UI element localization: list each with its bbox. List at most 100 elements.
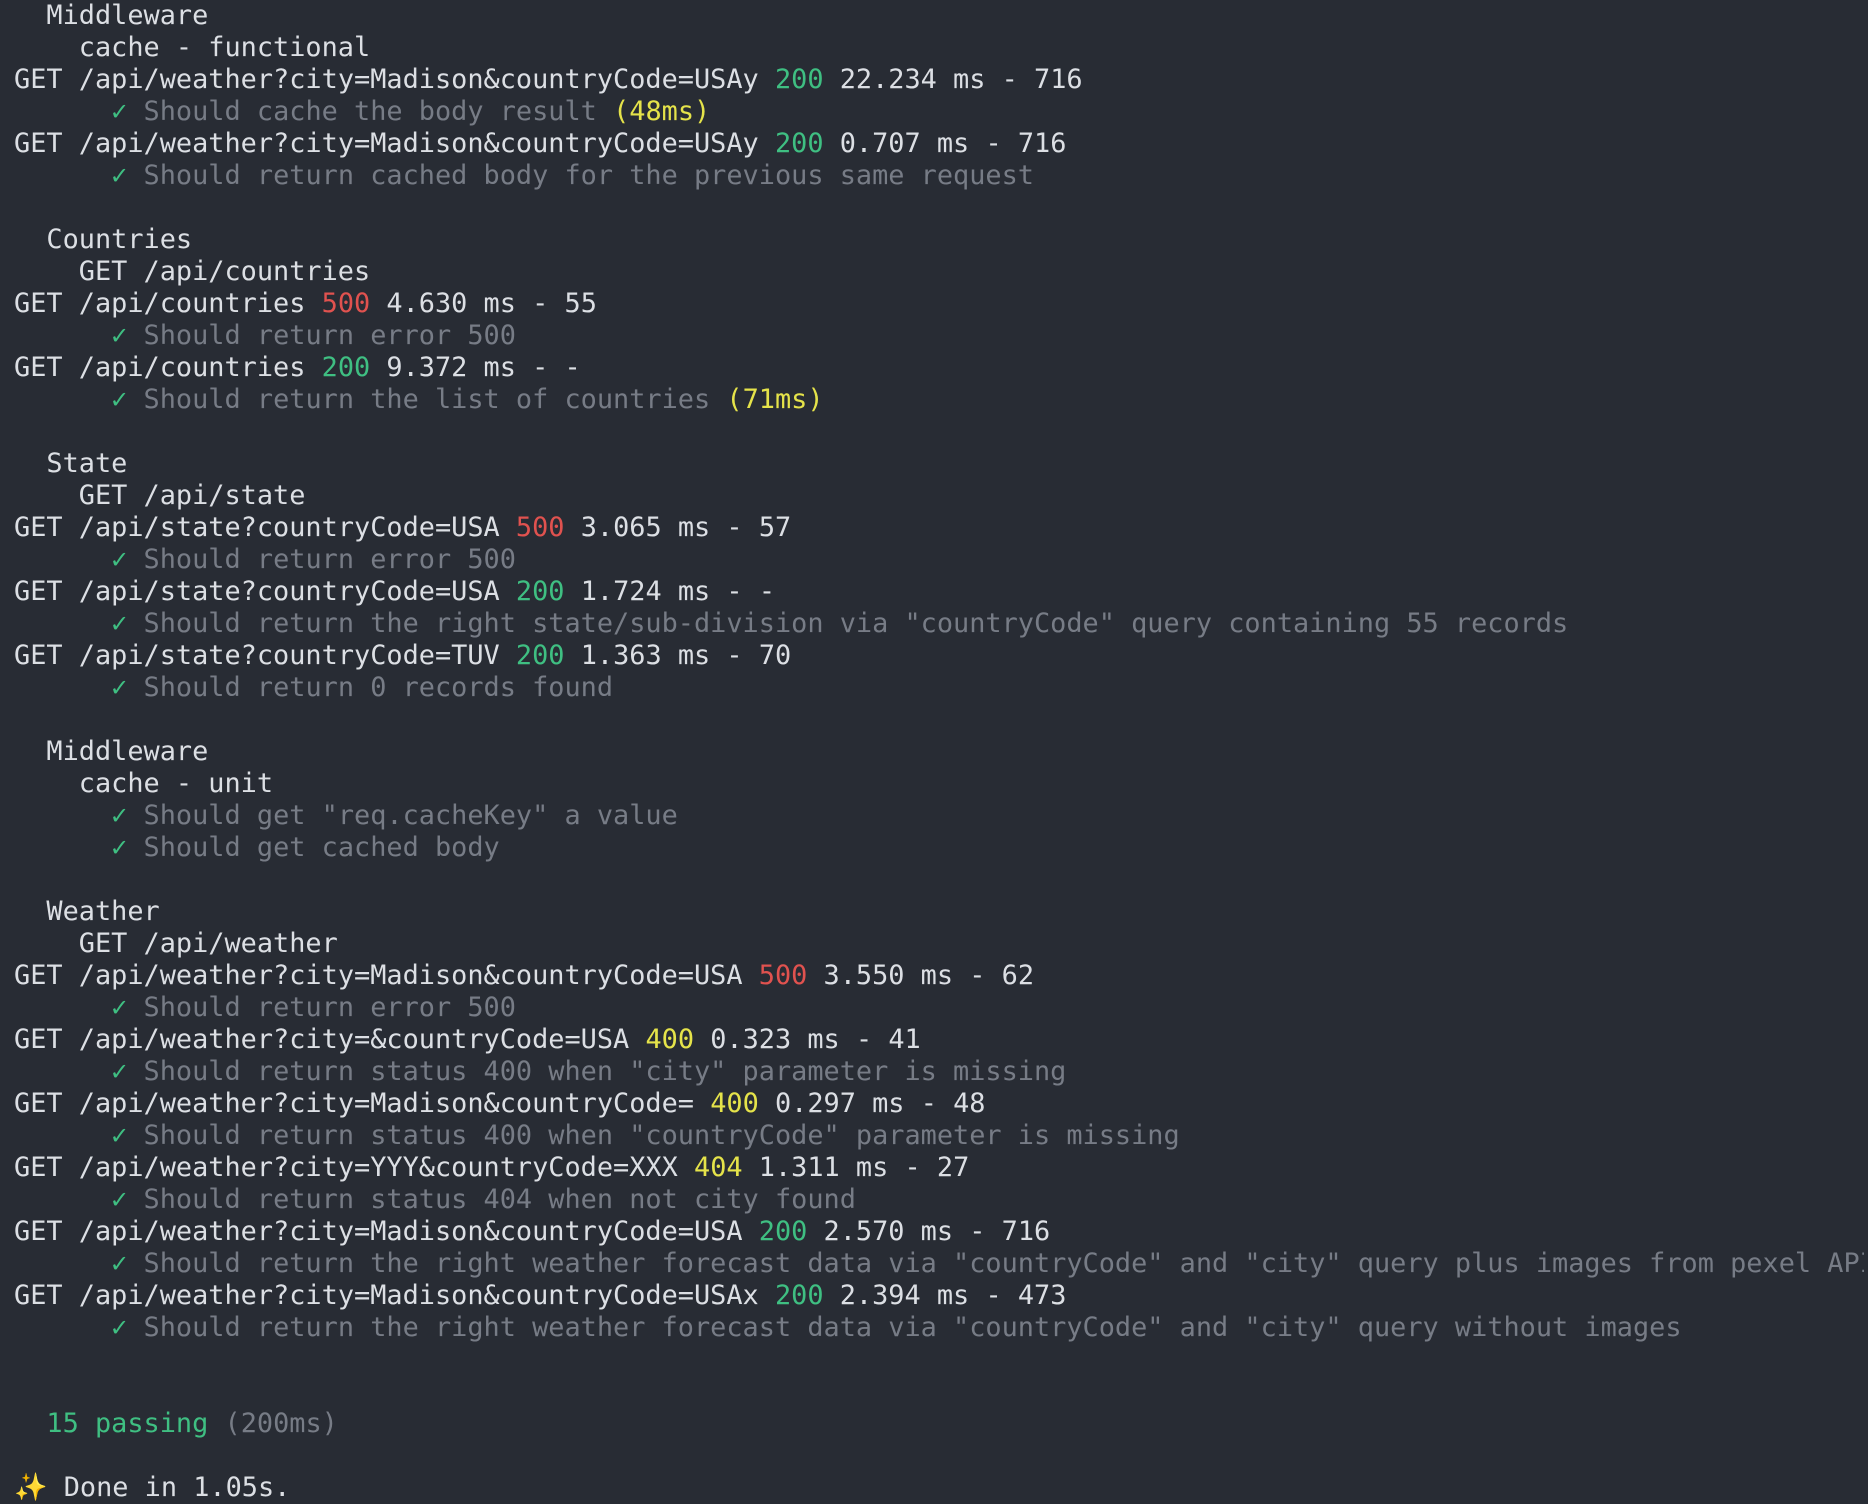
check-icon: ✓ [111, 544, 128, 575]
request-path: /api/weather?city=Madison&countryCode=US… [78, 64, 759, 95]
status-code: 200 [321, 352, 371, 383]
response-time: 3.065 ms [580, 512, 711, 543]
test-result-line: ✓ Should return the list of countries (7… [14, 384, 1864, 416]
request-path: /api/weather?city=Madison&countryCode=US… [78, 960, 743, 991]
request-path: /api/countries [78, 288, 306, 319]
response-size: 716 [1001, 1216, 1051, 1247]
test-result-line: ✓ Should return status 404 when not city… [14, 1184, 1864, 1216]
http-method: GET [14, 352, 63, 383]
suite-label: Middleware [46, 736, 209, 767]
request-log-line: GET /api/countries 500 4.630 ms - 55 [14, 288, 597, 319]
check-icon: ✓ [111, 160, 128, 191]
test-title: Should return the right weather forecast… [143, 1312, 1682, 1343]
request-log-line: GET /api/weather?city=Madison&countryCod… [14, 960, 1035, 991]
test-result-line: ✓ Should return status 400 when "country… [14, 1120, 1864, 1152]
request-path: /api/weather?city=YYY&countryCode=XXX [78, 1152, 678, 1183]
check-icon: ✓ [111, 1312, 128, 1343]
status-code: 200 [774, 128, 824, 159]
check-icon: ✓ [111, 608, 128, 639]
response-size: 70 [758, 640, 792, 671]
check-icon: ✓ [111, 672, 128, 703]
check-icon: ✓ [111, 96, 128, 127]
check-icon: ✓ [111, 832, 128, 863]
request-path: /api/state?countryCode=USA [78, 576, 500, 607]
http-method: GET [14, 640, 63, 671]
status-code: 200 [515, 576, 565, 607]
http-method: GET [14, 1152, 63, 1183]
response-time: 2.570 ms [823, 1216, 954, 1247]
done-line: ✨ Done in 1.05s. [14, 1472, 1864, 1504]
test-suite-subtitle: GET /api/countries [14, 256, 1864, 288]
http-method: GET [14, 1216, 63, 1247]
response-size: 57 [758, 512, 792, 543]
test-suite-subtitle: GET /api/state [14, 480, 1864, 512]
test-result-line: ✓ Should return the right weather foreca… [14, 1312, 1864, 1344]
request-path: /api/weather?city=Madison&countryCode=US… [78, 1280, 759, 1311]
response-size: - [758, 576, 776, 607]
request-path: /api/state?countryCode=USA [78, 512, 500, 543]
request-log-line: GET /api/weather?city=Madison&countryCod… [14, 64, 1083, 95]
response-time: 1.363 ms [580, 640, 711, 671]
http-method: GET [14, 1088, 63, 1119]
response-size: - [564, 352, 581, 383]
sparkles-icon: ✨ [14, 1472, 48, 1503]
response-time: 0.707 ms [839, 128, 970, 159]
request-log-line: GET /api/state?countryCode=USA 500 3.065… [14, 512, 792, 543]
response-size: 716 [1034, 64, 1083, 95]
suite-label: Weather [46, 896, 160, 927]
request-path: /api/weather?city=Madison&countryCode=US… [78, 1216, 743, 1247]
test-result-line: ✓ Should return error 500 [14, 320, 1864, 352]
suite-label: cache - unit [78, 768, 274, 799]
test-result-line: ✓ Should return cached body for the prev… [14, 160, 1864, 192]
request-path: /api/weather?city=&countryCode=USA [78, 1024, 630, 1055]
status-code: 404 [694, 1152, 743, 1183]
test-title: Should return 0 records found [143, 672, 614, 703]
test-title: Should return error 500 [143, 544, 516, 575]
status-code: 500 [758, 960, 808, 991]
request-path: /api/state?countryCode=TUV [78, 640, 500, 671]
check-icon: ✓ [111, 1184, 128, 1215]
test-suite-title: Middleware [14, 736, 1864, 768]
check-icon: ✓ [111, 992, 128, 1023]
response-size: 473 [1017, 1280, 1067, 1311]
request-path: /api/weather?city=Madison&countryCode= [78, 1088, 694, 1119]
suite-label: Countries [46, 224, 193, 255]
suite-label: GET /api/state [78, 480, 306, 511]
request-path: /api/countries [78, 352, 306, 383]
check-icon: ✓ [111, 1248, 128, 1279]
test-suite-title: Countries [14, 224, 1864, 256]
request-log-line: GET /api/weather?city=Madison&countryCod… [14, 1216, 1051, 1247]
check-icon: ✓ [111, 320, 128, 351]
test-duration: (71ms) [726, 384, 824, 415]
test-title: Should return cached body for the previo… [143, 160, 1034, 191]
test-result-line: ✓ Should return 0 records found [14, 672, 1864, 704]
done-message: Done in 1.05s. [63, 1472, 291, 1503]
http-method: GET [14, 576, 63, 607]
response-size: 55 [564, 288, 597, 319]
http-method: GET [14, 64, 63, 95]
request-log-line: GET /api/countries 200 9.372 ms - - [14, 352, 581, 383]
check-icon: ✓ [111, 1120, 128, 1151]
request-path: /api/weather?city=Madison&countryCode=US… [78, 128, 759, 159]
test-duration: (48ms) [613, 96, 711, 127]
http-method: GET [14, 288, 63, 319]
test-result-line: ✓ Should cache the body result (48ms) [14, 96, 1864, 128]
status-code: 400 [645, 1024, 695, 1055]
test-title: Should return the list of countries [143, 384, 711, 415]
test-title: Should return error 500 [143, 320, 516, 351]
check-icon: ✓ [111, 1056, 128, 1087]
test-title: Should cache the body result [143, 96, 597, 127]
http-method: GET [14, 1280, 63, 1311]
test-title: Should return the right state/sub-divisi… [143, 608, 1569, 639]
response-size: 62 [1001, 960, 1035, 991]
response-size: 41 [888, 1024, 921, 1055]
test-result-line: ✓ Should return error 500 [14, 544, 1864, 576]
test-suite-title: Weather [14, 896, 1864, 928]
status-code: 400 [710, 1088, 759, 1119]
response-time: 0.297 ms [774, 1088, 905, 1119]
test-title: Should return error 500 [143, 992, 516, 1023]
